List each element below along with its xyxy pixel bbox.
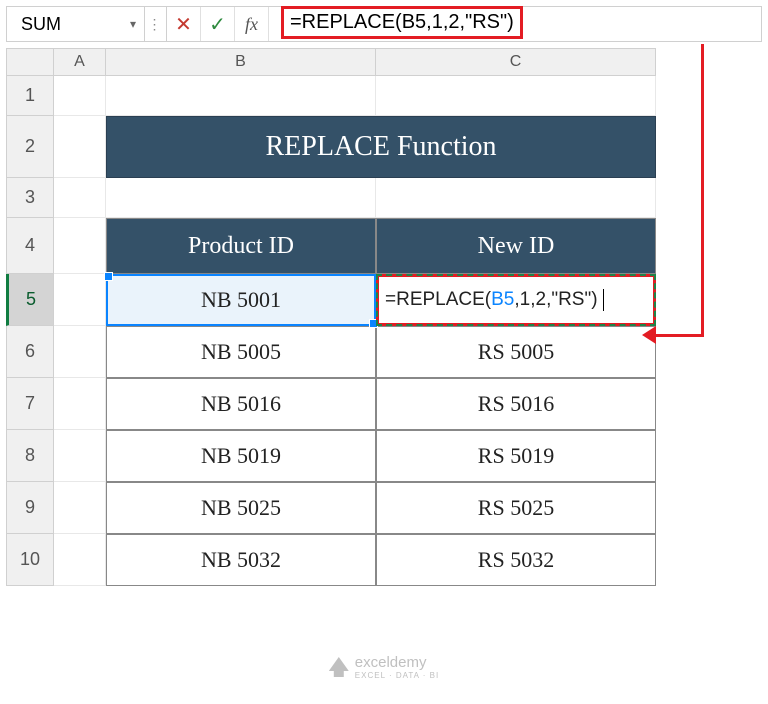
cell-b3[interactable]	[106, 178, 376, 218]
formula-bar-separator: ⋮	[145, 7, 167, 41]
annotation-arrow	[701, 44, 704, 334]
cell-b9[interactable]: NB 5025	[106, 482, 376, 534]
col-header-a[interactable]: A	[54, 48, 106, 76]
formula-text: =REPLACE(B5,1,2,"RS")	[281, 6, 523, 39]
cell-a7[interactable]	[54, 378, 106, 430]
formula-prefix: =REPLACE(	[385, 289, 491, 311]
col-header-b[interactable]: B	[106, 48, 376, 76]
cell-b5[interactable]: NB 5001	[106, 274, 376, 326]
cell-a6[interactable]	[54, 326, 106, 378]
fx-icon[interactable]: fx	[235, 7, 269, 41]
cell-a3[interactable]	[54, 178, 106, 218]
col-header-c[interactable]: C	[376, 48, 656, 76]
row-header-6[interactable]: 6	[6, 326, 54, 378]
annotation-arrow-head	[642, 326, 656, 344]
cell-a8[interactable]	[54, 430, 106, 482]
cell-b1[interactable]	[106, 76, 376, 116]
name-box-value: SUM	[21, 14, 61, 35]
cell-c1[interactable]	[376, 76, 656, 116]
row-header-3[interactable]: 3	[6, 178, 54, 218]
row-header-4[interactable]: 4	[6, 218, 54, 274]
row-header-7[interactable]: 7	[6, 378, 54, 430]
header-product-id[interactable]: Product ID	[106, 218, 376, 274]
formula-ref: B5	[491, 289, 514, 311]
row-header-5[interactable]: 5	[6, 274, 54, 326]
title-banner[interactable]: REPLACE Function	[106, 116, 656, 178]
cell-b7[interactable]: NB 5016	[106, 378, 376, 430]
row-header-2[interactable]: 2	[6, 116, 54, 178]
cell-a1[interactable]	[54, 76, 106, 116]
watermark-tagline: EXCEL · DATA · BI	[355, 671, 439, 680]
cell-b6[interactable]: NB 5005	[106, 326, 376, 378]
cell-c6[interactable]: RS 5005	[376, 326, 656, 378]
cancel-icon[interactable]: ✕	[167, 7, 201, 41]
cell-a4[interactable]	[54, 218, 106, 274]
header-new-id[interactable]: New ID	[376, 218, 656, 274]
cell-c8[interactable]: RS 5019	[376, 430, 656, 482]
select-all-corner[interactable]	[6, 48, 54, 76]
cell-c10[interactable]: RS 5032	[376, 534, 656, 586]
cell-a9[interactable]	[54, 482, 106, 534]
cell-b10[interactable]: NB 5032	[106, 534, 376, 586]
cell-a5[interactable]	[54, 274, 106, 326]
annotation-arrow	[652, 334, 704, 337]
cell-c5-editing[interactable]: =REPLACE(B5,1,2,"RS")	[376, 274, 656, 326]
watermark: exceldemy EXCEL · DATA · BI	[329, 654, 439, 680]
cell-a2[interactable]	[54, 116, 106, 178]
cell-c7[interactable]: RS 5016	[376, 378, 656, 430]
cell-b8[interactable]: NB 5019	[106, 430, 376, 482]
row-header-9[interactable]: 9	[6, 482, 54, 534]
watermark-logo-icon	[329, 657, 349, 677]
enter-icon[interactable]: ✓	[201, 7, 235, 41]
cell-c3[interactable]	[376, 178, 656, 218]
text-caret	[598, 289, 604, 311]
name-box[interactable]: SUM ▾	[7, 7, 145, 41]
spreadsheet-grid: A B C 1 2 REPLACE Function 3 4 Product I…	[6, 48, 762, 586]
row-header-8[interactable]: 8	[6, 430, 54, 482]
cell-a10[interactable]	[54, 534, 106, 586]
chevron-down-icon[interactable]: ▾	[130, 17, 136, 31]
formula-bar: SUM ▾ ⋮ ✕ ✓ fx =REPLACE(B5,1,2,"RS")	[6, 6, 762, 42]
row-header-10[interactable]: 10	[6, 534, 54, 586]
formula-suffix: ,1,2,"RS")	[514, 289, 597, 311]
watermark-name: exceldemy	[355, 654, 427, 671]
cell-c9[interactable]: RS 5025	[376, 482, 656, 534]
formula-input[interactable]: =REPLACE(B5,1,2,"RS")	[269, 8, 761, 41]
row-header-1[interactable]: 1	[6, 76, 54, 116]
